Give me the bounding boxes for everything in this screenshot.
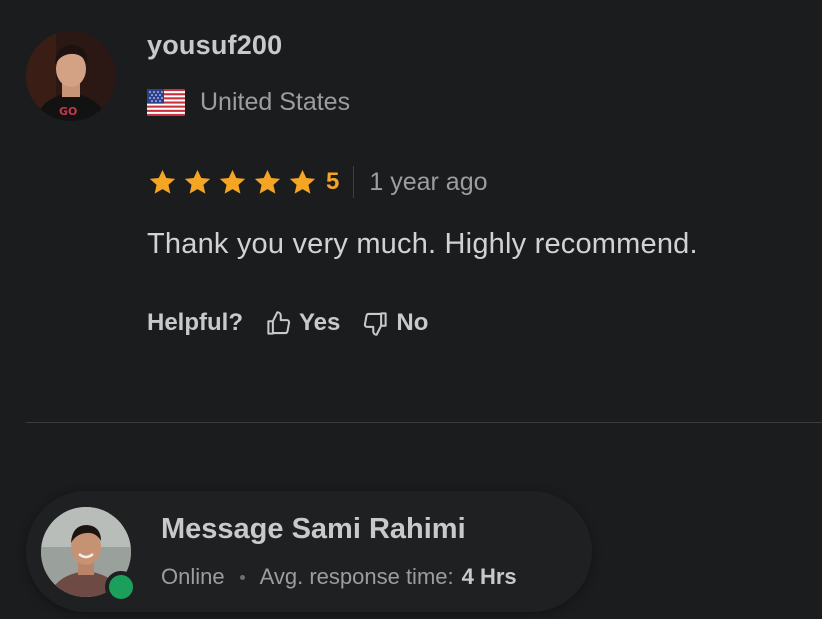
yes-label: Yes <box>299 309 341 336</box>
star-icon <box>254 169 281 194</box>
star-icon <box>289 169 316 194</box>
review-card: GO yousuf200 United States 5 1 year ago … <box>0 0 822 420</box>
rating-value: 5 <box>326 168 340 195</box>
helpful-no-button[interactable]: No <box>362 309 428 337</box>
reviewer-avatar-image: GO <box>26 31 116 121</box>
no-label: No <box>396 309 429 336</box>
online-status-dot <box>105 571 137 603</box>
seller-meta: Online Avg. response time: 4 Hrs <box>161 564 517 590</box>
online-status-text: Online <box>161 564 225 589</box>
us-flag-icon <box>147 89 185 116</box>
reviewer-country: United States <box>147 88 350 117</box>
thumbs-up-icon <box>267 310 291 335</box>
star-icon <box>184 169 211 194</box>
helpful-label: Helpful? <box>147 309 243 336</box>
helpful-row: Helpful? Yes No <box>147 306 428 340</box>
svg-text:GO: GO <box>59 105 77 118</box>
star-rating <box>147 167 318 198</box>
section-divider <box>26 422 822 423</box>
contact-seller-card[interactable]: Message Sami Rahimi Online Avg. response… <box>26 491 592 612</box>
response-time-value: 4 Hrs <box>461 564 517 589</box>
reviewer-name[interactable]: yousuf200 <box>147 30 282 61</box>
response-time-label: Avg. response time: <box>259 564 454 589</box>
rating-row: 5 1 year ago <box>147 165 488 199</box>
helpful-yes-button[interactable]: Yes <box>265 309 340 337</box>
thumbs-down-icon <box>364 311 388 336</box>
meta-separator <box>239 574 245 580</box>
reviewer-avatar[interactable]: GO <box>26 31 116 121</box>
review-text: Thank you very much. Highly recommend. <box>147 228 698 260</box>
star-icon <box>149 169 176 194</box>
rating-separator <box>353 166 355 198</box>
star-icon <box>219 169 246 194</box>
review-time: 1 year ago <box>369 167 488 196</box>
country-name: United States <box>200 88 351 116</box>
message-seller-title[interactable]: Message Sami Rahimi <box>161 513 466 546</box>
